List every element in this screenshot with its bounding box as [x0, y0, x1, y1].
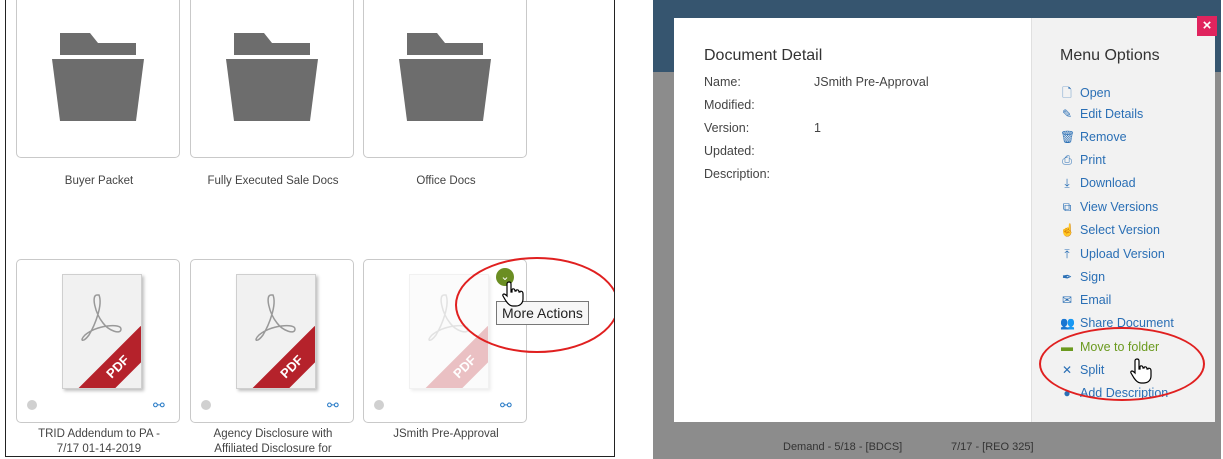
folder-label: Buyer Packet — [64, 175, 134, 187]
menu-title: Menu Options — [1060, 47, 1160, 64]
edit-icon: ✎ — [1061, 107, 1073, 121]
share-icon: 👥 — [1060, 316, 1075, 330]
document-label: Agency Disclosure with Affiliated Disclo… — [178, 427, 368, 456]
document-detail-section: Document Detail Name: JSmith Pre-Approva… — [674, 18, 1031, 422]
document-grid-panel: Buyer Packet Fully Executed Sale Docs Of… — [5, 0, 615, 457]
acrobat-icon — [81, 294, 122, 341]
print-icon: ⎙ — [1062, 153, 1072, 167]
background-row-text: 7/17 - [REO 325] — [951, 441, 1034, 453]
document-tile-trid-addendum[interactable]: PDF ⚯ — [16, 259, 180, 423]
menu-item-label: Download — [1080, 176, 1136, 190]
document-tile-agency-disclosure[interactable]: PDF ⚯ — [190, 259, 354, 423]
menu-item-upload-version[interactable]: ⤒ Upload Version — [1060, 247, 1165, 265]
field-label: Name: — [704, 75, 741, 89]
pointer-icon: ☝ — [1060, 223, 1075, 237]
menu-item-email[interactable]: ✉ Email — [1060, 293, 1111, 311]
annotation-circle — [1039, 327, 1205, 401]
menu-item-label: Remove — [1080, 130, 1127, 144]
menu-item-label: Select Version — [1080, 223, 1160, 237]
document-label: JSmith Pre-Approval — [351, 427, 541, 442]
field-value: 1 — [814, 121, 821, 135]
upload-icon: ⤒ — [1064, 247, 1070, 261]
hand-cursor-icon — [1130, 358, 1152, 384]
annotation-circle — [455, 257, 614, 353]
field-label: Updated: — [704, 144, 755, 158]
menu-item-print[interactable]: ⎙ Print — [1060, 153, 1106, 171]
menu-item-label: View Versions — [1080, 200, 1159, 214]
folder-tile-buyer-packet[interactable] — [16, 0, 180, 158]
acrobat-icon — [255, 294, 296, 341]
document-label-line: JSmith Pre-Approval — [393, 428, 499, 440]
detail-title: Document Detail — [704, 47, 823, 64]
menu-item-label: Open — [1080, 86, 1111, 100]
menu-item-view-versions[interactable]: ⧉ View Versions — [1060, 200, 1159, 218]
link-icon[interactable]: ⚯ — [500, 397, 516, 413]
menu-item-label: Email — [1080, 293, 1112, 307]
field-label: Description: — [704, 167, 770, 181]
menu-item-label: Print — [1080, 153, 1106, 167]
status-dot — [201, 400, 211, 410]
trash-icon: 🗑 — [1060, 130, 1076, 144]
menu-item-edit-details[interactable]: ✎ Edit Details — [1060, 107, 1143, 125]
menu-item-remove[interactable]: 🗑 Remove — [1060, 130, 1127, 148]
folder-icon — [226, 33, 318, 121]
menu-item-label: Upload Version — [1080, 247, 1165, 261]
hand-cursor-icon — [502, 281, 524, 307]
folder-icon — [399, 33, 491, 121]
folder-label: Office Docs — [416, 175, 476, 187]
status-dot — [374, 400, 384, 410]
document-label-line: 7/17 01-14-2019 — [56, 443, 142, 455]
document-label-line: Agency Disclosure with — [213, 428, 333, 440]
open-file-icon: 🗋 — [1062, 86, 1072, 100]
menu-item-label: Edit Details — [1080, 107, 1144, 121]
folder-label: Fully Executed Sale Docs — [207, 175, 339, 187]
menu-item-select-version[interactable]: ☝ Select Version — [1060, 223, 1160, 241]
field-label: Version: — [704, 121, 750, 135]
versions-icon: ⧉ — [1062, 200, 1072, 214]
menu-item-sign[interactable]: ✒ Sign — [1060, 270, 1105, 288]
document-detail-screen: Demand - 5/18 - [BDCS] 7/17 - [REO 325] … — [653, 0, 1221, 459]
pdf-thumbnail: PDF — [236, 274, 316, 389]
close-button[interactable]: × — [1197, 16, 1217, 36]
menu-item-download[interactable]: ⤓ Download — [1060, 176, 1136, 194]
menu-item-open[interactable]: 🗋 Open — [1060, 84, 1111, 102]
document-label-line: TRID Addendum to PA - — [38, 428, 160, 440]
link-icon[interactable]: ⚯ — [327, 397, 343, 413]
status-dot — [27, 400, 37, 410]
folder-tile-office-docs[interactable] — [363, 0, 527, 158]
field-label: Modified: — [704, 98, 755, 112]
email-icon: ✉ — [1061, 293, 1073, 307]
document-label: TRID Addendum to PA - 7/17 01-14-2019 — [6, 427, 194, 456]
background-row-text: Demand - 5/18 - [BDCS] — [783, 441, 903, 453]
link-icon[interactable]: ⚯ — [153, 397, 169, 413]
pen-icon: ✒ — [1061, 270, 1073, 284]
field-value: JSmith Pre-Approval — [814, 75, 929, 89]
download-icon: ⤓ — [1064, 176, 1070, 190]
pdf-thumbnail: PDF — [62, 274, 142, 389]
folder-tile-fully-executed[interactable] — [190, 0, 354, 158]
menu-item-label: Sign — [1080, 270, 1106, 284]
document-label-line: Affiliated Disclosure for — [214, 443, 332, 455]
folder-icon — [52, 33, 144, 121]
